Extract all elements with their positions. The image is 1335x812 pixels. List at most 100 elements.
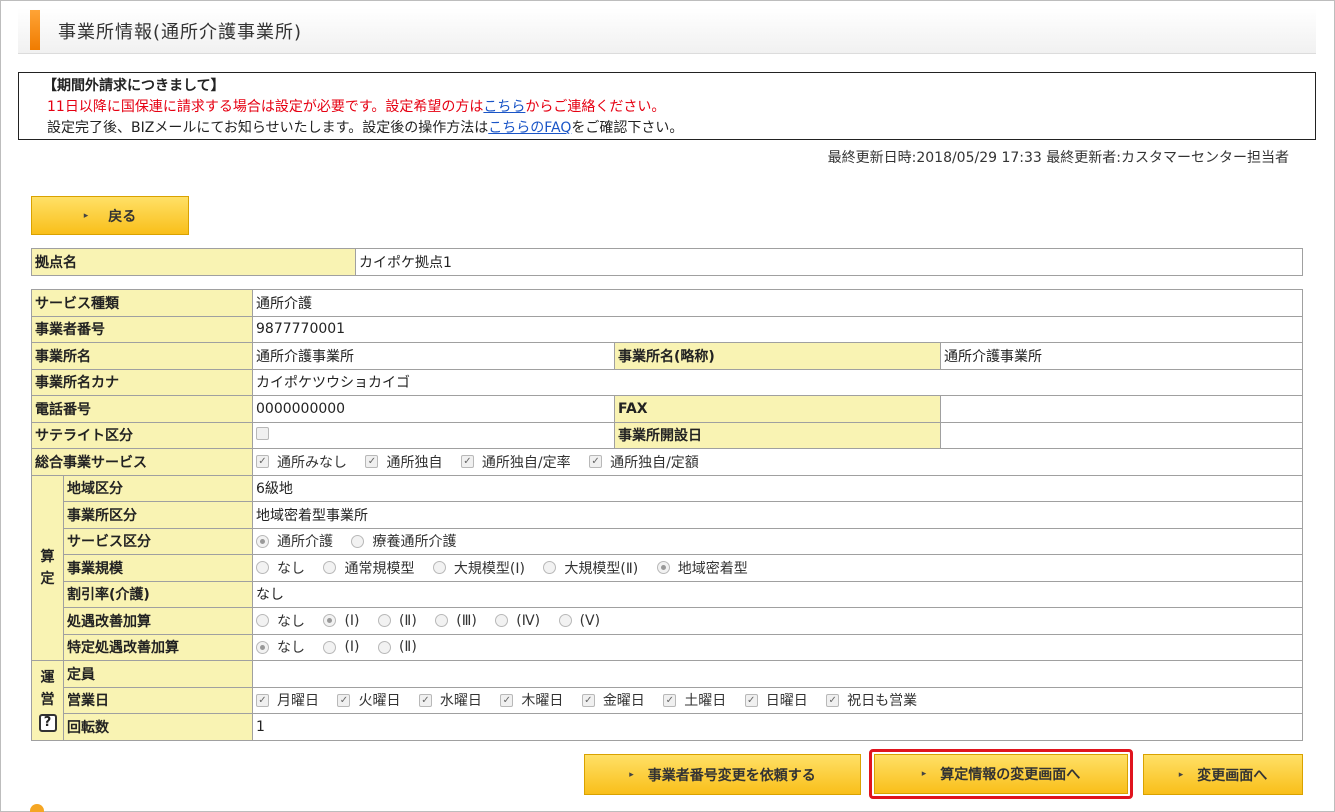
business-day-option: ✓ 日曜日: [744, 690, 808, 710]
decorative-corner-mark: [30, 804, 44, 812]
radio-icon: [432, 561, 446, 574]
office-info-table: サービス種類 通所介護 事業者番号 9877770001 事業所名 通所介護事業…: [31, 289, 1303, 741]
table-row: 運 営 ? 定員: [31, 660, 1303, 741]
radio-option: なし: [256, 558, 305, 578]
treatment-label: 処遇改善加算: [63, 607, 253, 635]
check-icon: ✓: [256, 693, 269, 707]
radio-icon: [256, 561, 269, 574]
radio-option: なし: [256, 637, 305, 657]
radio-option: (Ⅴ): [558, 613, 600, 629]
base-table: 拠点名 カイポケ拠点1: [31, 248, 1303, 276]
office-class-value: 地域密着型事業所: [252, 501, 1303, 529]
office-short-name-label: 事業所名(略称): [614, 342, 941, 370]
office-kana-label: 事業所名カナ: [31, 368, 253, 396]
header-accent-bar: [30, 10, 40, 50]
help-icon[interactable]: ?: [38, 714, 57, 733]
page-title: 事業所情報(通所介護事業所): [58, 22, 303, 43]
sogo-label: 総合事業サービス: [31, 448, 253, 476]
check-icon: ✓: [663, 693, 677, 707]
calc-info-change-button[interactable]: ▸ 算定情報の変更画面へ: [869, 749, 1133, 799]
business-day-option: ✓ 水曜日: [418, 690, 482, 710]
arrow-right-icon: ▸: [1178, 769, 1184, 780]
radio-option: (Ⅰ): [323, 639, 360, 655]
special-treatment-label: 特定処遇改善加算: [63, 633, 253, 661]
table-row: 事業所名カナ カイポケツウショカイゴ: [31, 368, 1303, 396]
change-screen-button[interactable]: ▸ 変更画面へ: [1143, 754, 1303, 795]
check-icon: ✓: [418, 693, 432, 707]
capacity-value: [252, 660, 1303, 688]
radio-icon: [543, 561, 557, 574]
base-name-label: 拠点名: [31, 248, 356, 276]
business-day-option: ✓ 月曜日: [256, 690, 319, 710]
sogo-option: ✓ 通所独自: [365, 452, 442, 472]
operator-no-value: 9877770001: [252, 315, 1303, 343]
scale-label: 事業規模: [63, 554, 253, 582]
radio-selected-icon: [656, 561, 670, 574]
page-header: 事業所情報(通所介護事業所): [18, 8, 1316, 54]
open-date-value: [940, 421, 1303, 449]
satellite-checkbox: [256, 426, 269, 440]
radio-option: (Ⅰ): [323, 613, 360, 629]
area-value: 6級地: [252, 474, 1303, 502]
table-row: 特定処遇改善加算 なし (Ⅰ) (Ⅱ): [32, 633, 1303, 661]
service-type-value: 通所介護: [252, 289, 1303, 317]
radio-option: (Ⅱ): [377, 639, 417, 655]
capacity-label: 定員: [63, 660, 253, 688]
business-days-label: 営業日: [63, 686, 253, 714]
contact-link[interactable]: こちら: [483, 99, 525, 115]
notice-line-2: 設定完了後、BIZメールにてお知らせいたします。設定後の操作方法はこちらのFAQ…: [47, 120, 684, 136]
table-row: 営業日 ✓ 月曜日 ✓ 火曜日 ✓ 水曜日 ✓ 木曜日 ✓ 金曜日 ✓ 土曜日 ✓ 日曜日 ✓…: [32, 686, 1303, 714]
radio-option: なし: [256, 611, 305, 631]
radio-icon: [435, 614, 449, 627]
radio-option: 地域密着型: [656, 558, 748, 578]
phone-label: 電話番号: [31, 395, 253, 423]
table-row: サテライト区分 事業所開設日: [31, 421, 1303, 449]
sogo-options: ✓ 通所みなし ✓ 通所独自 ✓ 通所独自/定率 ✓ 通所独自/定額: [252, 448, 1303, 476]
radio-icon: [323, 561, 337, 574]
check-icon: ✓: [826, 693, 840, 707]
sogo-option: ✓ 通所独自/定額: [589, 452, 699, 472]
request-operator-no-change-button[interactable]: ▸ 事業者番号変更を依頼する: [584, 754, 861, 795]
radio-icon: [495, 614, 509, 627]
radio-selected-icon: [256, 534, 269, 548]
treatment-options: なし (Ⅰ) (Ⅱ) (Ⅲ) (Ⅳ) (Ⅴ): [252, 607, 1303, 635]
check-icon: ✓: [581, 693, 595, 707]
check-icon: ✓: [500, 693, 514, 707]
arrow-right-icon: ▸: [629, 769, 634, 780]
base-name-value: カイポケ拠点1: [355, 248, 1303, 276]
check-icon: ✓: [337, 693, 351, 707]
radio-selected-icon: [323, 614, 337, 627]
back-button[interactable]: ▸ 戻る: [31, 196, 189, 235]
faq-link[interactable]: こちらのFAQ: [488, 120, 571, 136]
radio-icon: [558, 614, 572, 627]
discount-label: 割引率(介護): [63, 580, 253, 608]
radio-icon: [377, 614, 391, 627]
check-icon: ✓: [256, 455, 269, 469]
radio-selected-icon: [256, 640, 269, 654]
phone-value: 0000000000: [252, 395, 615, 423]
open-date-label: 事業所開設日: [614, 421, 941, 449]
fax-label: FAX: [614, 395, 941, 423]
operator-no-label: 事業者番号: [31, 315, 253, 343]
table-row: サービス区分 通所介護 療養通所介護: [32, 527, 1303, 555]
business-day-option: ✓ 火曜日: [337, 690, 400, 710]
notice-title: 【期間外請求につきまして】: [43, 78, 225, 94]
radio-option: 通常規模型: [323, 558, 414, 578]
discount-value: なし: [252, 580, 1303, 608]
radio-option: 大規模型(Ⅰ): [432, 558, 525, 578]
area-label: 地域区分: [63, 474, 253, 502]
check-icon: ✓: [589, 455, 603, 469]
office-name-label: 事業所名: [31, 342, 253, 370]
rotation-value: 1: [252, 713, 1303, 741]
office-short-name-value: 通所介護事業所: [940, 342, 1303, 370]
radio-option: 療養通所介護: [351, 531, 456, 551]
radio-icon: [323, 640, 337, 654]
radio-option: (Ⅱ): [377, 613, 417, 629]
notice-box: 【期間外請求につきまして】 11日以降に国保連に請求する場合は設定が必要です。設…: [18, 72, 1316, 140]
calc-info-change-button-face[interactable]: ▸ 算定情報の変更画面へ: [874, 754, 1128, 794]
table-row: 電話番号 0000000000 FAX: [31, 395, 1303, 423]
table-row: 事業所名 通所介護事業所 事業所名(略称) 通所介護事業所: [31, 342, 1303, 370]
table-row: 事業規模 なし 通常規模型 大規模型(Ⅰ) 大規模型(Ⅱ) 地域密着型: [32, 554, 1303, 582]
table-row: サービス種類 通所介護: [31, 289, 1303, 317]
satellite-label: サテライト区分: [31, 421, 253, 449]
